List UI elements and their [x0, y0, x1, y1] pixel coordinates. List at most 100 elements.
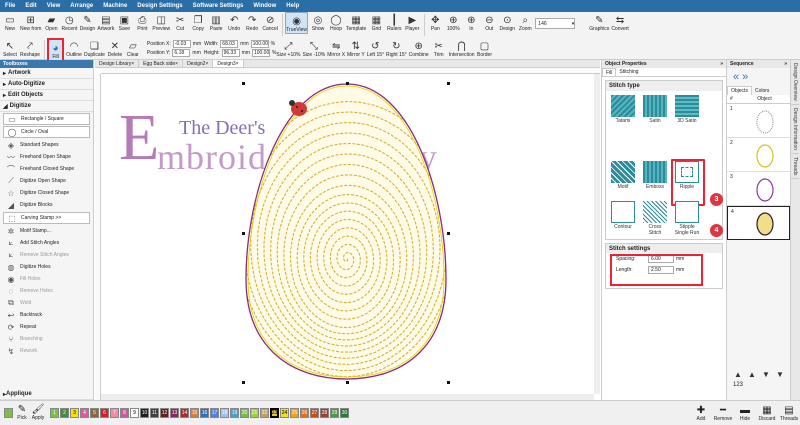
toolbox-section-artwork[interactable]: ▸ Artwork: [0, 68, 93, 79]
toolbar-zoom-out-button[interactable]: ⊖ Out: [481, 12, 497, 33]
selection-handle[interactable]: [346, 381, 349, 384]
move-last-icon[interactable]: »: [742, 71, 748, 83]
threads-button[interactable]: ▤ Threads: [778, 405, 800, 422]
toolbox-item[interactable]: ◢ Digitize Blocks: [0, 199, 93, 211]
toolbar-fill-button[interactable]: ◕ Fill: [47, 38, 65, 62]
color-swatch-green[interactable]: [4, 408, 13, 418]
color-swatch[interactable]: 16: [200, 408, 209, 418]
toolbar-zoom100-button[interactable]: ⊕ 100%: [445, 12, 461, 33]
toolbox-item[interactable]: ⬚ Carving Stamp >>: [3, 212, 90, 224]
doc-tab[interactable]: Design3 ×: [213, 60, 244, 67]
move-bottom-icon[interactable]: ▼: [776, 370, 784, 379]
close-icon[interactable]: ×: [205, 61, 208, 67]
color-swatch[interactable]: 23: [270, 408, 279, 418]
toolbar-open-button[interactable]: ▰ Open: [43, 12, 59, 33]
selection-handle[interactable]: [447, 232, 450, 235]
color-swatch[interactable]: 1: [50, 408, 59, 418]
size-input[interactable]: 68.03: [220, 39, 239, 48]
color-swatch[interactable]: 15: [190, 408, 199, 418]
tab-objects[interactable]: Objects: [727, 86, 752, 95]
color-swatch[interactable]: 17: [210, 408, 219, 418]
sequence-row[interactable]: 3: [727, 172, 790, 206]
stitch-contour[interactable]: Contour: [610, 201, 636, 230]
toolbar-rotate-right-button[interactable]: ↻ Right 15°: [386, 38, 407, 59]
toolbar-clear-button[interactable]: ▱ Clear: [125, 38, 141, 59]
tab-design-information[interactable]: Design Information: [791, 105, 799, 154]
toolbox-item[interactable]: ☆ Digitize Closed Shape: [0, 187, 93, 199]
menu-item-help[interactable]: Help: [281, 3, 304, 9]
toolbox-item[interactable]: ⟀ Add Stitch Angles: [0, 237, 93, 249]
doc-tab[interactable]: Design Library ×: [95, 60, 140, 67]
toolbox-item[interactable]: ⑂ Branching: [0, 333, 93, 345]
tab-fill[interactable]: Fill: [602, 68, 617, 76]
selection-handle[interactable]: [242, 82, 245, 85]
toolbox-item[interactable]: 〰 Freehand Open Shape: [0, 151, 93, 163]
color-swatch[interactable]: 20: [240, 408, 249, 418]
size-input[interactable]: 96.33: [221, 48, 240, 57]
color-swatch[interactable]: 8: [120, 408, 129, 418]
toolbar-zoom-design-button[interactable]: ⊙ Design: [499, 12, 516, 33]
color-swatch[interactable]: 6: [100, 408, 109, 418]
toolbox-item[interactable]: ↯ Rework: [0, 345, 93, 357]
toolbox-section-auto-digitize[interactable]: ▸ Auto-Digitize: [0, 79, 93, 90]
toolbar-select-button[interactable]: ↖ Select: [2, 38, 18, 59]
toolbox-item[interactable]: ↩ Backtrack: [0, 309, 93, 321]
tab-stitching[interactable]: Stitching: [616, 68, 641, 76]
toolbar-template-button[interactable]: ▦ Template: [346, 12, 366, 33]
menu-item-window[interactable]: Window: [248, 3, 281, 9]
percent-input[interactable]: 100.00: [251, 48, 270, 57]
toolbox-item[interactable]: ⟋ Digitize Open Shape: [0, 175, 93, 187]
toolbar-recent-button[interactable]: ◷ Recent: [61, 12, 77, 33]
toolbox-section-applique[interactable]: ▸ Applique: [0, 389, 93, 400]
toolbox-item[interactable]: ▭ Rectangle / Square: [3, 113, 90, 125]
apply-button[interactable]: 🖌 Apply: [30, 405, 46, 422]
toolbar-rulers-button[interactable]: ┃ Rulers: [386, 12, 402, 33]
doc-tab[interactable]: Egg Back side ×: [139, 60, 184, 67]
toolbox-section-digitize[interactable]: ◢ Digitize: [0, 101, 93, 112]
toolbar-redo-button[interactable]: ↷ Redo: [244, 12, 260, 33]
toolbar-trueview-button[interactable]: ◉ TrueView: [285, 12, 308, 34]
toolbox-section-edit-objects[interactable]: ▸ Edit Objects: [0, 90, 93, 101]
sequence-numbers[interactable]: 123: [727, 382, 791, 388]
hide-button[interactable]: ▬ Hide: [734, 405, 756, 422]
percent-input[interactable]: 100.00: [250, 39, 269, 48]
selection-handle[interactable]: [447, 381, 450, 384]
toolbar-design-button[interactable]: ✎ Design: [79, 12, 96, 33]
toolbar-intersection-button[interactable]: ⋂ Intersection: [449, 38, 475, 59]
toolbox-item[interactable]: ⧉ Weld: [0, 297, 93, 309]
toolbar-mirror-x-button[interactable]: ⇋ Mirror X: [327, 38, 345, 59]
toolbar-zoom-in-button[interactable]: ⊕ In: [463, 12, 479, 33]
toolbox-item[interactable]: ◉ Fill Holes: [0, 273, 93, 285]
color-swatch[interactable]: 25: [290, 408, 299, 418]
stitch-tatami[interactable]: Tatami: [610, 95, 636, 124]
toolbar-new-button[interactable]: ▭ New: [2, 12, 18, 33]
toolbar-combine-button[interactable]: ⊕ Combine: [409, 38, 429, 59]
move-up-icon[interactable]: ▲: [748, 370, 756, 379]
toolbox-item[interactable]: ⟀ Remove Stitch Angles: [0, 249, 93, 261]
stitch-satin[interactable]: Satin: [642, 95, 668, 124]
stitch-cross[interactable]: Cross Stitch: [642, 201, 668, 236]
menu-item-view[interactable]: View: [42, 3, 66, 9]
move-first-icon[interactable]: «: [733, 71, 739, 83]
pick-button[interactable]: ✎ Pick: [14, 405, 30, 422]
discard-button[interactable]: ▦ Discard: [756, 405, 778, 422]
toolbar-size-down-button[interactable]: ⤡ Size -10%: [302, 38, 325, 59]
sequence-row-selected[interactable]: 4: [727, 206, 790, 240]
selection-handle[interactable]: [346, 82, 349, 85]
selection-handle[interactable]: [447, 82, 450, 85]
toolbar-grid-button[interactable]: ▦ Grid: [368, 12, 384, 33]
close-icon[interactable]: ×: [236, 61, 239, 67]
toolbar-convert-button[interactable]: ⇆ Convert: [611, 12, 629, 33]
close-icon[interactable]: ×: [131, 61, 134, 67]
color-swatch[interactable]: 24: [280, 408, 289, 418]
color-swatch[interactable]: 11: [150, 408, 159, 418]
toolbar-player-button[interactable]: ▶ Player: [404, 12, 420, 33]
toolbar-zoom-button[interactable]: ⌕ Zoom: [517, 12, 533, 33]
toolbar-cut-button[interactable]: ✂ Cut: [172, 12, 188, 33]
toolbar-delete-button[interactable]: ✕ Delete: [107, 38, 123, 59]
color-swatch[interactable]: 3: [70, 408, 79, 418]
toolbar-rotate-left-button[interactable]: ↺ Left 15°: [367, 38, 384, 59]
color-swatch[interactable]: 21: [250, 408, 259, 418]
menu-item-arrange[interactable]: Arrange: [65, 3, 98, 9]
toolbar-border-button[interactable]: ▢ Border: [477, 38, 493, 59]
